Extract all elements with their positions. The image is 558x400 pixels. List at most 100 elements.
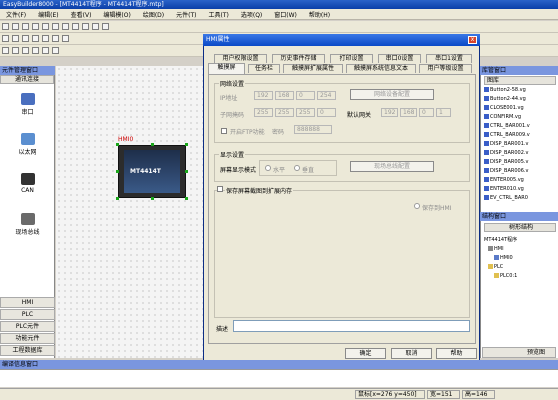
tab-extended-properties[interactable]: 触摸屏扩展属性 <box>283 64 343 73</box>
tool-can[interactable]: CAN <box>0 173 55 194</box>
library-item[interactable]: ENTER005.vg <box>484 177 524 183</box>
redo-icon[interactable] <box>72 23 79 30</box>
gateway-octet-3[interactable]: 0 <box>419 108 434 117</box>
tab-event-history[interactable]: 历史事件存储 <box>272 54 325 63</box>
library-item[interactable]: ENTER010.vg <box>484 186 524 192</box>
mask-octet-4[interactable]: 0 <box>317 108 336 117</box>
preview-tab[interactable]: 预览图 <box>482 347 556 358</box>
library-header[interactable]: 图库 <box>484 76 556 85</box>
tab-user-permissions[interactable]: 用户权限设置 <box>214 54 267 63</box>
gateway-octet-1[interactable]: 192 <box>381 108 398 117</box>
ip-octet-1[interactable]: 192 <box>254 91 273 100</box>
left-tab-function-objects[interactable]: 功能元件 <box>0 333 55 344</box>
menu-window[interactable]: 窗口(W) <box>268 10 303 19</box>
horizontal-radio[interactable] <box>265 165 271 171</box>
close-icon[interactable]: x <box>468 36 477 44</box>
left-tab-database[interactable]: 工程数据库 <box>0 345 55 356</box>
library-item[interactable]: CONFIRM.vg <box>484 114 521 120</box>
library-item[interactable]: CLOSE001.vg <box>484 105 524 111</box>
menu-view[interactable]: 查看(V) <box>65 10 98 19</box>
save-icon[interactable] <box>22 23 29 30</box>
copy-icon[interactable] <box>42 23 49 30</box>
save-screenshot-checkbox[interactable] <box>217 186 223 192</box>
menu-objects[interactable]: 元件(T) <box>170 10 202 19</box>
handle-r[interactable] <box>185 170 188 173</box>
align-center-icon[interactable] <box>12 35 19 42</box>
handle-b[interactable] <box>151 197 154 200</box>
cut-icon[interactable] <box>32 23 39 30</box>
compile-icon[interactable] <box>82 23 89 30</box>
library-item[interactable]: Button2-44.vg <box>484 96 526 102</box>
left-tab-plc[interactable]: PLC <box>0 309 55 320</box>
left-panel-header[interactable]: 通讯连接 <box>0 75 54 84</box>
library-item[interactable]: DISP_BAR005.v <box>484 159 528 165</box>
mask-octet-1[interactable]: 255 <box>254 108 273 117</box>
align-left-icon[interactable] <box>2 35 9 42</box>
library-item[interactable]: Button2-58.vg <box>484 87 526 93</box>
tab-serial1[interactable]: 串口1设置 <box>426 54 472 63</box>
circle-icon[interactable] <box>22 47 29 54</box>
fieldbus-config-button[interactable]: 现场总线配置 <box>350 161 434 172</box>
table-icon[interactable] <box>52 47 59 54</box>
mask-octet-3[interactable]: 255 <box>296 108 315 117</box>
left-tab-plc-objects[interactable]: PLC元件 <box>0 321 55 332</box>
paste-icon[interactable] <box>52 23 59 30</box>
tab-system-text[interactable]: 触摸屏系统信息文本 <box>346 64 416 73</box>
mask-octet-2[interactable]: 255 <box>275 108 294 117</box>
menu-tools[interactable]: 工具(T) <box>203 10 235 19</box>
simulate-icon[interactable] <box>92 23 99 30</box>
ftp-password-field[interactable]: 888888 <box>294 125 332 134</box>
library-item[interactable]: CTRL_BAR009.v <box>484 132 530 138</box>
cancel-button[interactable]: 取消 <box>391 348 432 359</box>
library-item[interactable]: DISP_BAR001.v <box>484 141 528 147</box>
left-tab-hmi[interactable]: HMI <box>0 297 55 308</box>
tool-serial[interactable]: 串口 <box>0 93 55 116</box>
rect-icon[interactable] <box>12 47 19 54</box>
handle-br[interactable] <box>185 197 188 200</box>
menu-draw[interactable]: 绘图(D) <box>137 10 170 19</box>
menu-help[interactable]: 帮助(H) <box>303 10 336 19</box>
tree-root[interactable]: MT4414T程序 <box>484 236 517 243</box>
line-icon[interactable] <box>2 47 9 54</box>
description-input[interactable] <box>233 320 470 332</box>
menu-options[interactable]: 选项(Q) <box>235 10 268 19</box>
vertical-radio[interactable] <box>294 165 300 171</box>
gateway-octet-4[interactable]: 1 <box>436 108 451 117</box>
ip-octet-4[interactable]: 254 <box>317 91 336 100</box>
handle-l[interactable] <box>116 170 119 173</box>
handle-tr[interactable] <box>185 143 188 146</box>
open-icon[interactable] <box>12 23 19 30</box>
gateway-octet-2[interactable]: 168 <box>400 108 417 117</box>
tree-node-plc0[interactable]: PLC0:1 <box>494 273 517 279</box>
menu-file[interactable]: 文件(F) <box>0 10 32 19</box>
tree-node-hmi[interactable]: HMI <box>488 246 504 252</box>
layer-up-icon[interactable] <box>52 35 59 42</box>
ip-octet-3[interactable]: 0 <box>296 91 315 100</box>
handle-tl[interactable] <box>116 143 119 146</box>
ip-octet-2[interactable]: 168 <box>275 91 294 100</box>
tab-print[interactable]: 打印设置 <box>330 54 373 63</box>
tab-taskbar[interactable]: 任务栏 <box>248 64 280 73</box>
group-icon[interactable] <box>32 35 39 42</box>
new-icon[interactable] <box>2 23 9 30</box>
align-right-icon[interactable] <box>22 35 29 42</box>
tool-fieldbus[interactable]: 现场总线 <box>0 213 55 236</box>
ok-button[interactable]: 确定 <box>345 348 386 359</box>
bitmap-icon[interactable] <box>42 47 49 54</box>
library-item[interactable]: DISP_BAR006.v <box>484 168 528 174</box>
text-icon[interactable] <box>32 47 39 54</box>
ftp-checkbox[interactable] <box>221 128 227 134</box>
tab-user-levels[interactable]: 用户等级设置 <box>419 64 472 73</box>
tree-node-hmi0[interactable]: HMI0 <box>494 255 513 261</box>
tree-node-plc[interactable]: PLC <box>488 264 503 270</box>
library-item[interactable]: DISP_BAR002.v <box>484 150 528 156</box>
undo-icon[interactable] <box>62 23 69 30</box>
menu-edit-mode[interactable]: 编辑模(O) <box>97 10 136 19</box>
handle-t[interactable] <box>151 143 154 146</box>
library-item[interactable]: CTRL_BAR001.v <box>484 123 530 129</box>
design-canvas[interactable] <box>56 66 204 358</box>
tool-ethernet[interactable]: 以太网 <box>0 133 55 156</box>
tree-header[interactable]: 树形结构 <box>484 223 556 232</box>
help-button[interactable]: 帮助 <box>436 348 477 359</box>
layer-down-icon[interactable] <box>62 35 69 42</box>
